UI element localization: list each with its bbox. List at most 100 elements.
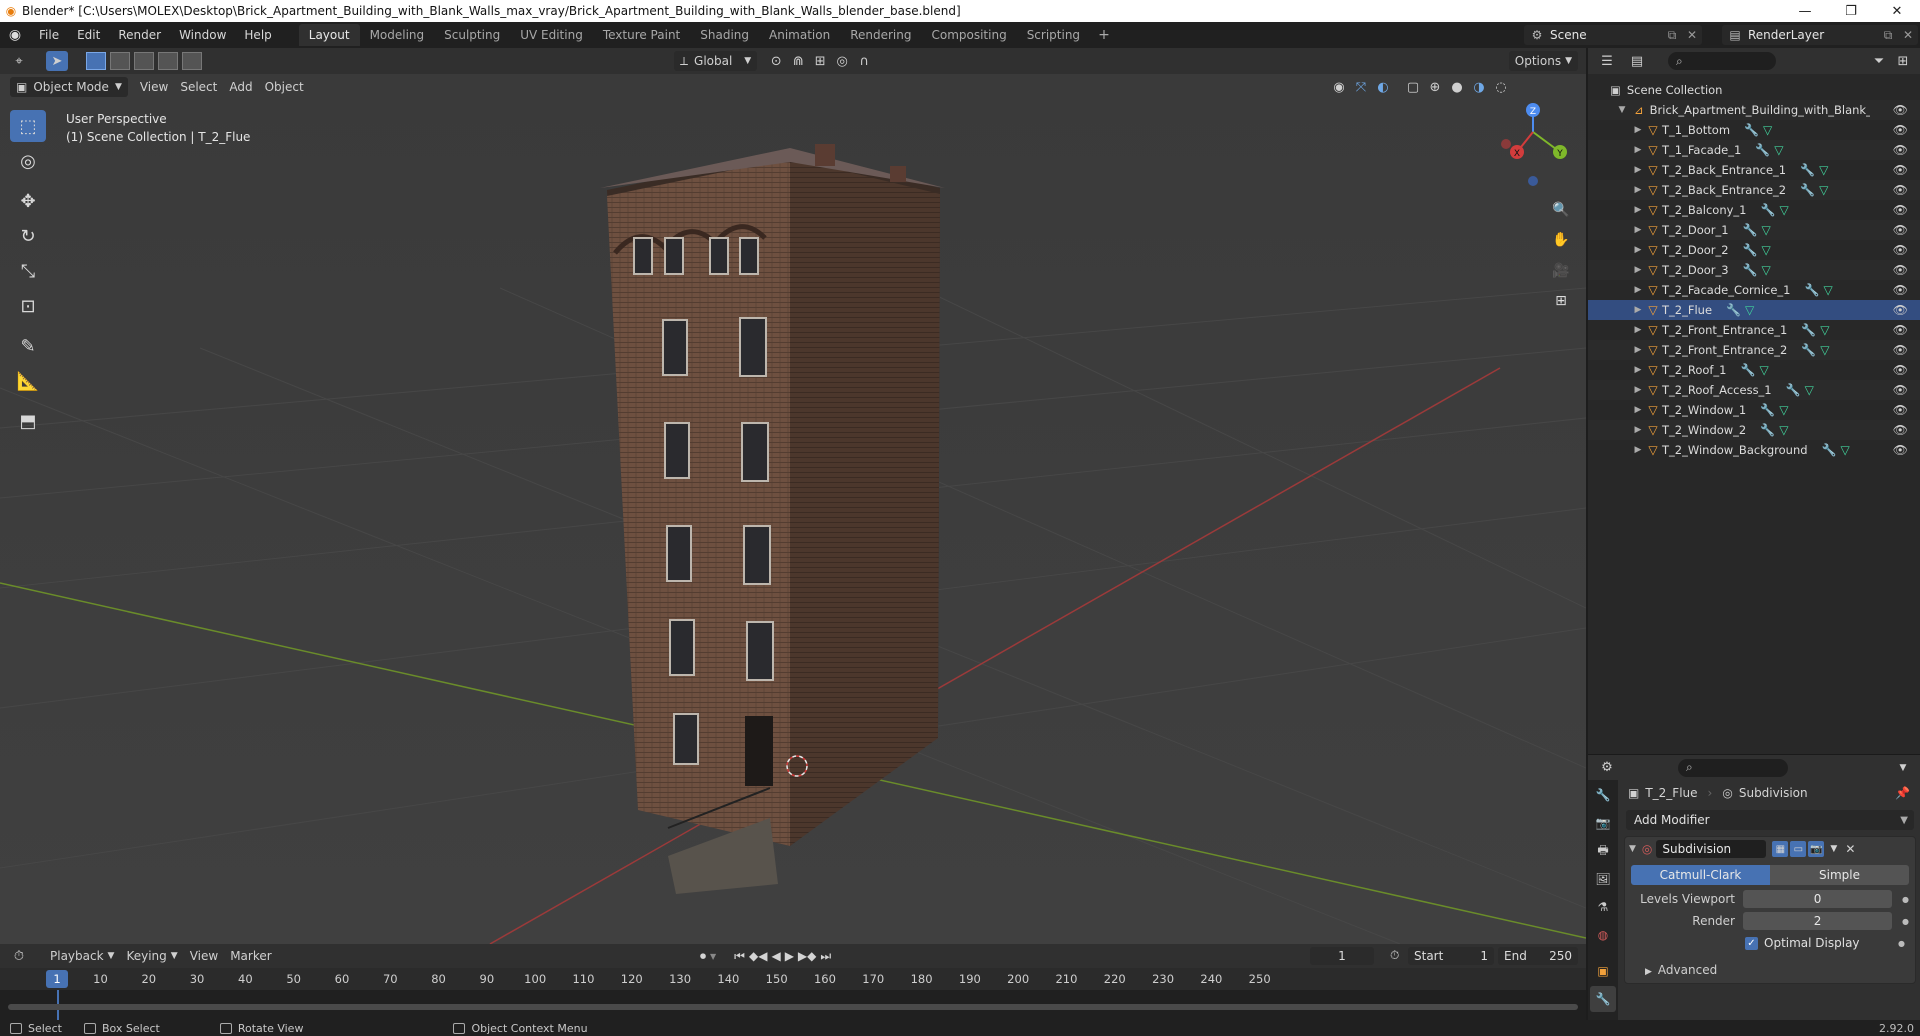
object-name-label[interactable]: T_2_Window_1 [1662,403,1746,417]
modifier-tab-icon[interactable]: 🔧 [1590,986,1616,1012]
select-subtract-icon[interactable] [134,52,154,70]
outliner-object-row[interactable]: ▶ ▽ T_2_Window_1 🔧 ▽ 👁 [1588,400,1920,420]
render-tab-icon[interactable]: 📷 [1590,810,1616,836]
record-icon[interactable]: ⏺ [700,949,706,964]
modifier-wrench-icon[interactable]: 🔧 [1743,263,1758,277]
expand-arrow-icon[interactable]: ▶ [1632,185,1644,195]
prev-keyframe-icon[interactable]: ◆◀ [749,949,767,963]
expand-arrow-icon[interactable]: ▶ [1632,305,1644,315]
material-shading-icon[interactable]: ◑ [1468,77,1490,97]
cursor-tool-icon[interactable]: ◎ [10,145,46,177]
minimize-button[interactable]: — [1782,0,1828,22]
catmull-clark-option[interactable]: Catmull-Clark [1631,865,1770,885]
outliner-object-row[interactable]: ▶ ▽ T_2_Back_Entrance_2 🔧 ▽ 👁 [1588,180,1920,200]
object-name-label[interactable]: T_2_Window_Background [1662,443,1808,457]
object-name-label[interactable]: T_2_Door_1 [1662,223,1729,237]
workspace-tab-compositing[interactable]: Compositing [921,24,1016,46]
options-dropdown[interactable]: Options ▼ [1508,51,1578,71]
workspace-tab-layout[interactable]: Layout [298,24,360,46]
mesh-data-icon[interactable]: ▽ [1819,183,1828,197]
modifier-wrench-icon[interactable]: 🔧 [1743,243,1758,257]
jump-end-icon[interactable]: ⏭ [820,949,831,964]
expand-arrow-icon[interactable]: ▶ [1632,265,1644,275]
snap-icon[interactable]: ⋒ [787,51,809,71]
expand-arrow-icon[interactable]: ▶ [1632,205,1644,215]
expand-arrow-icon[interactable]: ▶ [1632,225,1644,235]
visibility-eye-icon[interactable]: 👁 [1893,163,1908,177]
outliner-object-row[interactable]: ▶ ▽ T_2_Door_2 🔧 ▽ 👁 [1588,240,1920,260]
world-tab-icon[interactable]: ◍ [1590,922,1616,948]
edit-mode-toggle-icon[interactable]: ▦ [1772,841,1789,857]
modifier-wrench-icon[interactable]: 🔧 [1760,403,1775,417]
visibility-eye-icon[interactable]: 👁 [1893,243,1908,257]
object-name-label[interactable]: T_1_Bottom [1662,123,1730,137]
object-name-label[interactable]: T_2_Back_Entrance_2 [1662,183,1786,197]
modifier-wrench-icon[interactable]: 🔧 [1822,443,1837,457]
mesh-data-icon[interactable]: ▽ [1805,383,1814,397]
chevron-down-icon[interactable]: ▼ [1892,758,1914,778]
modifier-wrench-icon[interactable]: 🔧 [1786,383,1801,397]
outliner-object-row[interactable]: ▶ ▽ T_2_Roof_Access_1 🔧 ▽ 👁 [1588,380,1920,400]
visibility-eye-icon[interactable]: 👁 [1893,403,1908,417]
end-frame-field[interactable]: End 250 [1498,947,1578,965]
mesh-data-icon[interactable]: ▽ [1762,263,1771,277]
solid-shading-icon[interactable]: ● [1446,77,1468,97]
outliner-object-row[interactable]: ▶ ▽ T_2_Facade_Cornice_1 🔧 ▽ 👁 [1588,280,1920,300]
object-tab-icon[interactable]: ▣ [1590,958,1616,984]
visibility-eye-icon[interactable]: 👁 [1893,103,1908,117]
expand-arrow-icon[interactable]: ▶ [1632,125,1644,135]
scene-tab-icon[interactable]: ⚗ [1590,894,1616,920]
object-name-label[interactable]: T_2_Door_3 [1662,263,1729,277]
visibility-eye-icon[interactable]: 👁 [1893,283,1908,297]
modifier-wrench-icon[interactable]: 🔧 [1743,223,1758,237]
add-modifier-dropdown[interactable]: Add Modifier ▼ [1626,810,1914,830]
snap-target-icon[interactable]: ⊞ [809,51,831,71]
advanced-subpanel-header[interactable]: ▶ Advanced [1645,963,1915,977]
object-name-label[interactable]: T_2_Roof_1 [1662,363,1727,377]
modifier-wrench-icon[interactable]: 🔧 [1755,143,1770,157]
outliner-object-row[interactable]: ▶ ▽ T_2_Window_2 🔧 ▽ 👁 [1588,420,1920,440]
outliner-object-row[interactable]: ▶ ▽ T_2_Balcony_1 🔧 ▽ 👁 [1588,200,1920,220]
falloff-icon[interactable]: ∩ [853,51,875,71]
keyframe-dot-icon[interactable]: ● [1898,939,1905,948]
outliner-object-row[interactable]: ▶ ▽ T_2_Flue 🔧 ▽ 👁 [1588,300,1920,320]
zoom-icon[interactable]: 🔍 [1548,197,1574,223]
visibility-eye-icon[interactable]: 👁 [1893,263,1908,277]
viewport-menu-view[interactable]: View [134,77,174,97]
outliner-object-row[interactable]: ▶ ▽ T_1_Facade_1 🔧 ▽ 👁 [1588,140,1920,160]
expand-arrow-icon[interactable]: ▶ [1632,145,1644,155]
mesh-data-icon[interactable]: ▽ [1820,343,1829,357]
mesh-data-icon[interactable]: ▽ [1779,423,1788,437]
measure-tool-icon[interactable]: 📐 [10,365,46,397]
workspace-tab-shading[interactable]: Shading [690,24,759,46]
editor-type-icon[interactable]: ⌖ [8,51,30,71]
mesh-data-icon[interactable]: ▽ [1763,123,1772,137]
display-mode-icon[interactable]: ▤ [1626,51,1648,71]
timeline-menu-playback[interactable]: Playback ▼ [44,946,120,966]
object-name-label[interactable]: T_2_Front_Entrance_2 [1662,343,1787,357]
keyframe-dot-icon[interactable]: ● [1902,895,1909,904]
object-name-label[interactable]: T_2_Back_Entrance_1 [1662,163,1786,177]
visibility-eye-icon[interactable]: 👁 [1893,343,1908,357]
tool-tab-icon[interactable]: 🔧 [1590,782,1616,808]
timeline-menu-marker[interactable]: Marker [224,946,277,966]
scale-tool-icon[interactable]: ⤡ [10,255,46,287]
visibility-eye-icon[interactable]: 👁 [1893,383,1908,397]
timeline-editor-icon[interactable]: ⏱ [8,946,30,966]
select-extend-icon[interactable] [110,52,130,70]
current-frame-field[interactable]: 1 [1310,947,1374,965]
object-name-label[interactable]: T_2_Flue [1662,303,1712,317]
timeline-track[interactable] [0,990,1586,1020]
render-levels-field[interactable]: 2 [1743,912,1893,930]
mesh-data-icon[interactable]: ▽ [1819,163,1828,177]
simple-option[interactable]: Simple [1770,865,1909,885]
collapse-arrow-icon[interactable]: ▼ [1629,844,1636,854]
ortho-toggle-icon[interactable]: ⊞ [1548,288,1574,314]
pan-hand-icon[interactable]: ✋ [1548,227,1574,253]
rotate-tool-icon[interactable]: ↻ [10,220,46,252]
menu-window[interactable]: Window [170,28,235,42]
visibility-eye-icon[interactable]: 👁 [1893,143,1908,157]
pivot-point-icon[interactable]: ⊙ [765,51,787,71]
viewport-toggle-icon[interactable]: ▭ [1790,841,1807,857]
expand-arrow-icon[interactable]: ▶ [1632,365,1644,375]
